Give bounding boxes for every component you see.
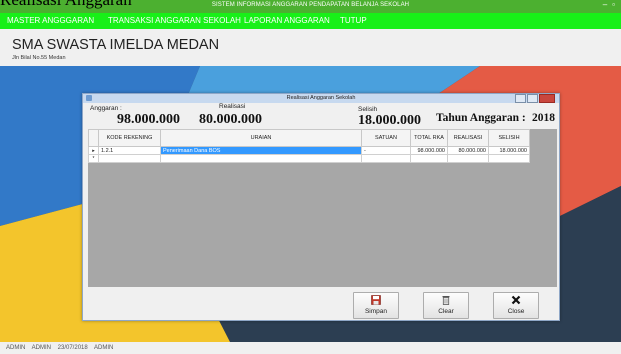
realisasi-dialog: Realisasi Anggaran Sekolah Anggaran : 98… — [82, 93, 560, 321]
cell-uraian[interactable] — [160, 154, 362, 163]
floppy-disk-icon — [354, 295, 398, 308]
realisasi-label: Realisasi — [219, 103, 246, 110]
page-caption: Realisasi Anggaran — [0, 0, 132, 10]
selisih-value: 18.000.000 — [358, 113, 421, 128]
clear-label: Clear — [438, 308, 454, 315]
status-text: ADMIN ADMIN 23/07/2018 ADMIN — [6, 345, 114, 351]
maximize-icon[interactable]: ▫ — [612, 0, 615, 9]
cell-selisih[interactable] — [488, 154, 530, 163]
anggaran-value: 98.000.000 — [117, 112, 180, 127]
close-button[interactable]: Close — [493, 292, 539, 319]
clear-button[interactable]: Clear — [423, 292, 469, 319]
menu-transaksi-anggaran[interactable]: TRANSAKSI ANGGARAN SEKOLAH — [108, 16, 241, 25]
realisasi-table: KODE REKENING URAIAN SATUAN TOTAL RKA RE… — [88, 129, 530, 163]
dialog-titlebar: Realisasi Anggaran Sekolah — [83, 94, 559, 103]
row-header-corner — [88, 129, 99, 147]
row-marker: ▸ — [88, 146, 99, 155]
realisasi-value: 80.000.000 — [199, 112, 262, 127]
window-controls: – ▫ — [598, 0, 615, 9]
cell-total-rka[interactable] — [410, 154, 448, 163]
cell-satuan[interactable]: - — [361, 146, 411, 155]
new-row-marker: * — [88, 154, 99, 163]
menu-laporan-anggaran[interactable]: LAPORAN ANGGARAN — [244, 16, 330, 25]
cell-realisasi[interactable] — [447, 154, 489, 163]
dialog-minimize-icon[interactable] — [515, 94, 526, 103]
dialog-title: Realisasi Anggaran Sekolah — [286, 95, 356, 101]
trash-icon — [424, 295, 468, 308]
cell-satuan[interactable] — [361, 154, 411, 163]
close-label: Close — [507, 308, 525, 315]
tahun-anggaran-label: Tahun Anggaran : — [436, 112, 526, 124]
dialog-maximize-icon[interactable] — [527, 94, 538, 103]
col-uraian[interactable]: URAIAN — [160, 129, 362, 147]
table-header-row: KODE REKENING URAIAN SATUAN TOTAL RKA RE… — [88, 129, 530, 147]
col-kode-rekening[interactable]: KODE REKENING — [98, 129, 161, 147]
status-bar: ADMIN ADMIN 23/07/2018 ADMIN — [0, 342, 621, 354]
cell-selisih[interactable]: 18.000.000 — [488, 146, 530, 155]
col-satuan[interactable]: SATUAN — [361, 129, 411, 147]
col-selisih[interactable]: SELISIH — [488, 129, 530, 147]
cell-realisasi[interactable]: 80.000.000 — [447, 146, 489, 155]
cell-kode[interactable] — [98, 154, 161, 163]
table-row[interactable]: ▸ 1.2.1 Penerimaan Dana BOS - 98.000.000… — [88, 146, 530, 155]
menu-tutup[interactable]: TUTUP — [340, 16, 367, 25]
dialog-close-icon[interactable] — [539, 94, 555, 103]
simpan-button[interactable]: Simpan — [353, 292, 399, 319]
school-address: Jln Bilal No.55 Medan — [12, 55, 66, 61]
menubar: MASTER ANGGGARAN TRANSAKSI ANGGARAN SEKO… — [0, 13, 621, 29]
selisih-label: Selisih — [358, 106, 378, 113]
x-icon — [494, 295, 538, 308]
cell-kode[interactable]: 1.2.1 — [98, 146, 161, 155]
cell-uraian[interactable]: Penerimaan Dana BOS — [160, 146, 362, 155]
menu-master-anggaran[interactable]: MASTER ANGGGARAN — [7, 16, 94, 25]
col-realisasi[interactable]: REALISASI — [447, 129, 489, 147]
minimize-icon[interactable]: – — [603, 0, 607, 9]
simpan-label: Simpan — [364, 308, 388, 315]
tahun-anggaran-value: 2018 — [532, 112, 555, 124]
table-new-row[interactable]: * — [88, 154, 530, 163]
realisasi-grid[interactable]: KODE REKENING URAIAN SATUAN TOTAL RKA RE… — [88, 129, 557, 287]
anggaran-label: Anggaran : — [90, 105, 122, 112]
dialog-window-controls — [514, 94, 555, 103]
cell-total-rka[interactable]: 98.000.000 — [410, 146, 448, 155]
col-total-rka[interactable]: TOTAL RKA — [410, 129, 448, 147]
school-name: SMA SWASTA IMELDA MEDAN — [12, 37, 220, 53]
